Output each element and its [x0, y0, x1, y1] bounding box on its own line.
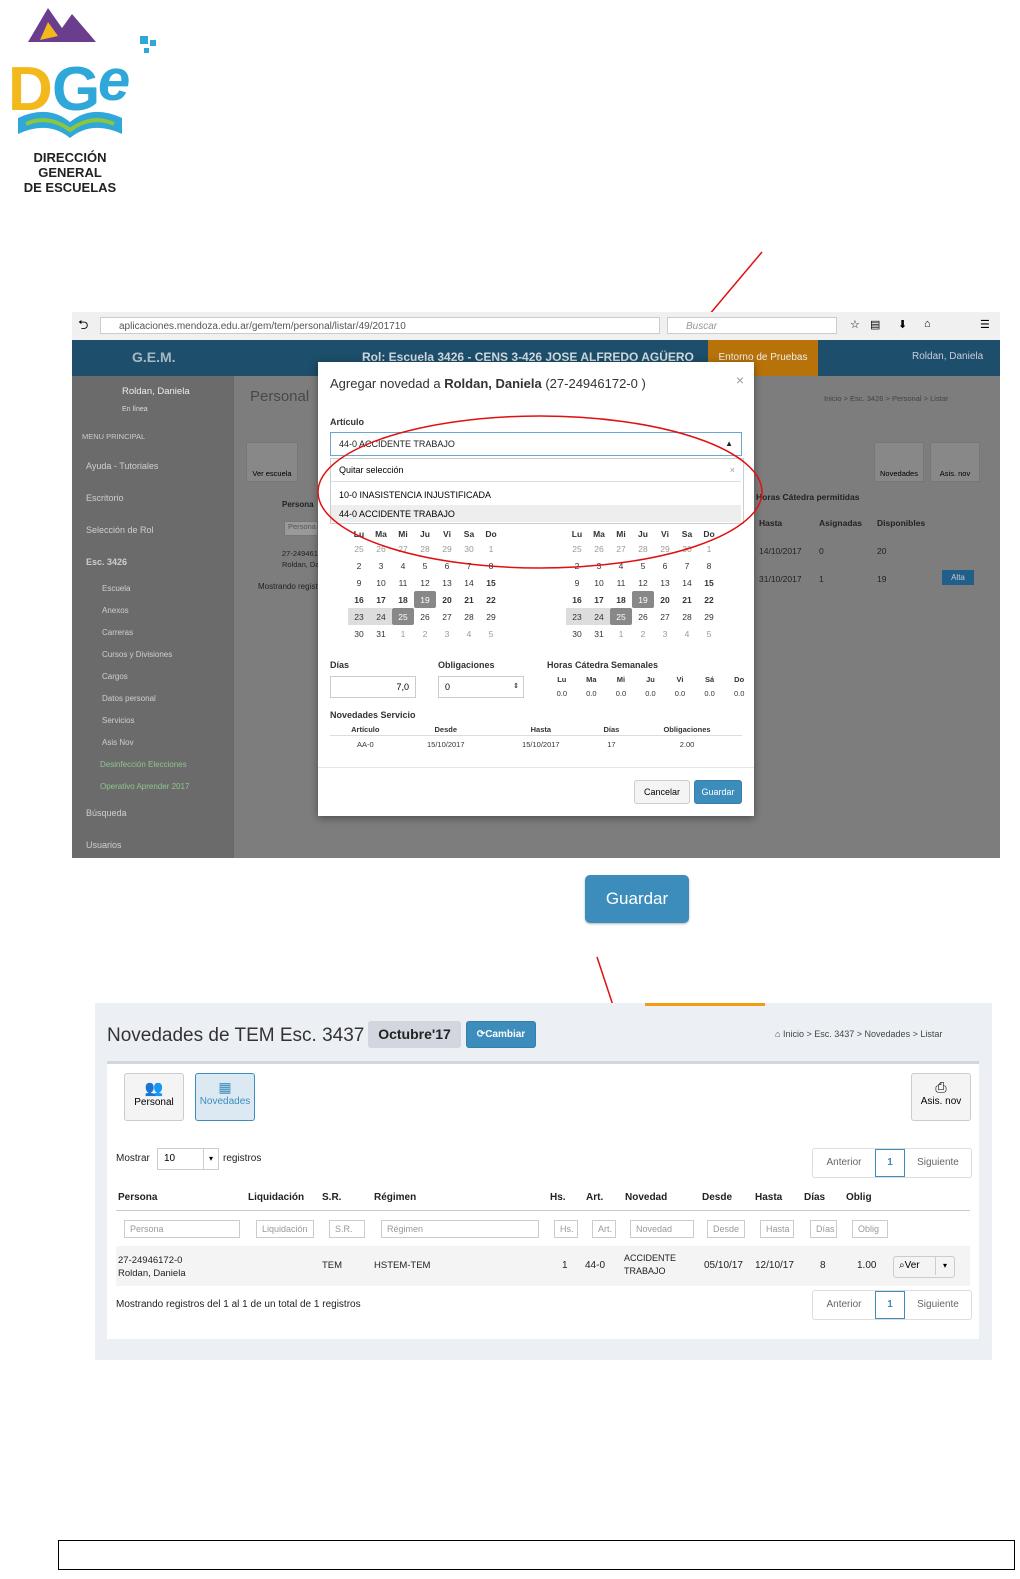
- col-dias[interactable]: Días: [804, 1192, 825, 1203]
- filter-art[interactable]: Art.: [592, 1220, 616, 1238]
- filter-oblig[interactable]: Oblig: [852, 1220, 888, 1238]
- pagination-bottom: Anterior 1 Siguiente: [812, 1290, 972, 1320]
- filter-liquidacion[interactable]: Liquidación: [256, 1220, 314, 1238]
- personal-button[interactable]: 👥 Personal: [124, 1073, 184, 1121]
- footer-box: [58, 1540, 1015, 1570]
- row-regimen: HSTEM-TEM: [374, 1260, 431, 1271]
- search-icon: ⌕: [899, 1260, 905, 1271]
- col-sr[interactable]: S.R.: [322, 1192, 341, 1203]
- row-hasta: 12/10/17: [755, 1260, 794, 1271]
- row-novedad: ACCIDENTE TRABAJO: [624, 1253, 677, 1276]
- print-icon: ⎙: [935, 1079, 947, 1095]
- chevron-down-icon[interactable]: ▾: [935, 1257, 954, 1275]
- records-summary: Mostrando registros del 1 al 1 de un tot…: [116, 1299, 361, 1310]
- row-art: 44-0: [585, 1260, 606, 1271]
- row-desde: 05/10/17: [704, 1260, 743, 1271]
- col-oblig[interactable]: Oblig: [846, 1192, 872, 1203]
- siguiente-button[interactable]: Siguiente: [905, 1291, 971, 1319]
- siguiente-button[interactable]: Siguiente: [905, 1149, 971, 1177]
- pagination-top: Anterior 1 Siguiente: [812, 1148, 972, 1178]
- col-hasta[interactable]: Hasta: [755, 1192, 782, 1203]
- col-hs[interactable]: Hs.: [550, 1192, 566, 1203]
- filter-hasta[interactable]: Hasta: [760, 1220, 794, 1238]
- screenshot-novedades: Novedades de TEM Esc. 3437 - Octubre'17 …: [95, 1003, 992, 1360]
- asis-nov-button[interactable]: ⎙ Asis. nov: [911, 1073, 971, 1121]
- refresh-icon: ⟳: [476, 1029, 486, 1040]
- filter-novedad[interactable]: Novedad: [630, 1220, 694, 1238]
- novedades-title: Novedades de TEM Esc. 3437 -: [107, 1025, 376, 1046]
- col-regimen[interactable]: Régimen: [374, 1192, 416, 1203]
- row-persona: 27-24946172-0 Roldan, Daniela: [118, 1255, 186, 1279]
- page-1-button[interactable]: 1: [875, 1149, 905, 1177]
- table-header: Persona Liquidación S.R. Régimen Hs. Art…: [116, 1188, 970, 1211]
- top-accent: [645, 1003, 765, 1006]
- table-row: 27-24946172-0 Roldan, Daniela TEM HSTEM-T…: [116, 1246, 970, 1286]
- filter-sr[interactable]: S.R.: [329, 1220, 365, 1238]
- filter-hs[interactable]: Hs.: [554, 1220, 578, 1238]
- breadcrumb: ⌂ Inicio > Esc. 3437 > Novedades > Lista…: [775, 1029, 943, 1039]
- col-persona[interactable]: Persona: [118, 1192, 157, 1203]
- guardar-button[interactable]: Guardar: [585, 875, 689, 923]
- col-liquidacion[interactable]: Liquidación: [248, 1192, 304, 1203]
- mostrar-label: Mostrar: [116, 1153, 150, 1164]
- row-dias: 8: [820, 1260, 826, 1271]
- anterior-button[interactable]: Anterior: [813, 1291, 875, 1319]
- home-icon: ⌂: [775, 1029, 781, 1039]
- chevron-down-icon: ▾: [203, 1149, 218, 1169]
- cambiar-button[interactable]: ⟳Cambiar: [466, 1021, 536, 1048]
- page-1-button[interactable]: 1: [875, 1291, 905, 1319]
- anterior-button[interactable]: Anterior: [813, 1149, 875, 1177]
- filter-dias[interactable]: Días: [810, 1220, 837, 1238]
- row-oblig: 1.00: [857, 1260, 877, 1271]
- ver-button[interactable]: ⌕Ver ▾: [893, 1256, 955, 1278]
- users-icon: 👥: [144, 1080, 164, 1097]
- row-hs: 1: [562, 1260, 568, 1271]
- novedades-tab-button[interactable]: ▦ Novedades: [195, 1073, 255, 1121]
- filter-persona[interactable]: Persona: [124, 1220, 240, 1238]
- col-art[interactable]: Art.: [586, 1192, 603, 1203]
- registros-label: registros: [223, 1153, 262, 1164]
- row-sr: TEM: [322, 1260, 343, 1271]
- filter-desde[interactable]: Desde: [707, 1220, 745, 1238]
- col-novedad[interactable]: Novedad: [625, 1192, 667, 1203]
- calendar-icon: ▦: [218, 1079, 232, 1095]
- filter-regimen[interactable]: Régimen: [381, 1220, 539, 1238]
- novedades-box: 👥 Personal ▦ Novedades ⎙ Asis. nov Mostrar …: [107, 1061, 979, 1339]
- month-badge: Octubre'17: [368, 1021, 461, 1048]
- col-desde[interactable]: Desde: [702, 1192, 732, 1203]
- page-size-select[interactable]: 10 ▾: [157, 1148, 219, 1170]
